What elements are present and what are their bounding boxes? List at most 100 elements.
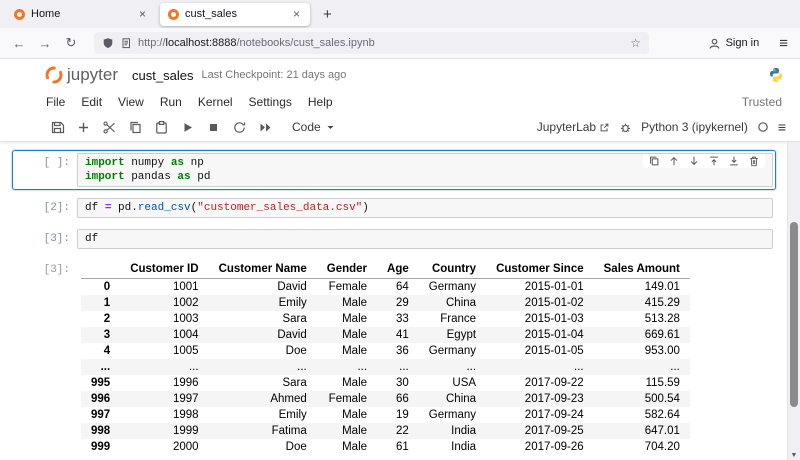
scroll-down-arrow-icon[interactable]: ▼ xyxy=(788,452,800,459)
code-cell-1[interactable]: [ ]: import numpy as np import pandas as … xyxy=(12,150,776,190)
table-cell: ... xyxy=(399,361,409,373)
restart-run-all-button[interactable] xyxy=(254,116,277,139)
table-row: 2 1003 Sara Male 33 France 2015-01-03 513.28 xyxy=(81,311,690,327)
row-index: 995 xyxy=(91,377,111,389)
kernel-status-icon xyxy=(757,121,769,133)
table-row: 4 1005 Doe Male 36 Germany 2015-01-05 953.00 xyxy=(81,343,690,359)
menu-kernel[interactable]: Kernel xyxy=(198,95,233,109)
code-cell-3[interactable]: [3]: df xyxy=(12,226,776,252)
table-cell: ... xyxy=(297,361,307,373)
forward-button[interactable]: → xyxy=(34,36,56,51)
reload-button[interactable]: ↻ xyxy=(60,35,82,51)
browser-tab-home[interactable]: Home × xyxy=(6,3,156,26)
table-cell: India xyxy=(451,425,477,437)
row-index: 997 xyxy=(91,409,111,421)
save-button[interactable] xyxy=(46,116,69,139)
table-cell: USA xyxy=(452,377,477,389)
menu-edit[interactable]: Edit xyxy=(81,95,102,109)
table-cell: Male xyxy=(342,441,368,453)
table-row: 995 1996 Sara Male 30 USA 2017-09-22 115.59 xyxy=(81,375,690,391)
menu-view[interactable]: View xyxy=(118,95,144,109)
table-cell: 66 xyxy=(395,393,409,405)
sign-in-label: Sign in xyxy=(725,37,760,49)
output-prompt: [3]: xyxy=(43,264,70,276)
browser-window: Home × cust_sales × + ← → ↻ http://local… xyxy=(0,0,800,460)
browser-navbar: ← → ↻ http://localhost:8888/notebooks/cu… xyxy=(0,28,800,59)
notebook-menubar: File Edit View Run Kernel Settings Help … xyxy=(0,91,800,113)
menu-file[interactable]: File xyxy=(46,95,65,109)
debugger-icon[interactable] xyxy=(619,121,632,134)
open-in-jupyterlab-link[interactable]: JupyterLab xyxy=(537,120,610,134)
insert-cell-above-icon[interactable] xyxy=(708,155,720,167)
code-editor-3[interactable]: df xyxy=(77,229,773,249)
table-cell: 2017-09-24 xyxy=(524,409,584,421)
tab-title: Home xyxy=(31,8,61,20)
browser-tab-cust-sales[interactable]: cust_sales × xyxy=(160,2,310,26)
close-tab-icon[interactable]: × xyxy=(291,7,302,21)
table-row: 0 1001 David Female 64 Germany 2015-01-01 149.0… xyxy=(81,279,690,296)
browser-menu-icon[interactable]: ≡ xyxy=(775,35,792,52)
sign-in-button[interactable]: Sign in xyxy=(702,35,766,52)
column-header: Gender xyxy=(316,260,378,279)
table-cell: 2015-01-02 xyxy=(524,297,584,309)
table-cell: 22 xyxy=(395,425,409,437)
insert-cell-below-icon[interactable] xyxy=(728,155,740,167)
table-row: ........................ xyxy=(81,359,690,375)
jupyter-logo-icon xyxy=(45,66,63,84)
table-cell: ... xyxy=(357,361,368,373)
table-cell: China xyxy=(446,393,477,405)
delete-cell-icon[interactable] xyxy=(748,155,760,167)
table-cell: 115.59 xyxy=(645,377,680,389)
table-cell: Germany xyxy=(428,281,477,293)
output-cell[interactable]: [3]: Customer ID Customer Name Gender Age Co… xyxy=(12,257,776,458)
menu-settings[interactable]: Settings xyxy=(249,95,292,109)
interrupt-kernel-button[interactable] xyxy=(202,116,225,139)
page-scrollbar[interactable]: ▼ xyxy=(787,142,800,460)
table-cell: 64 xyxy=(395,281,409,293)
back-button[interactable]: ← xyxy=(8,36,30,51)
table-cell: Male xyxy=(342,345,368,357)
new-tab-button[interactable]: + xyxy=(314,6,341,23)
menu-run[interactable]: Run xyxy=(160,95,182,109)
bookmark-star-icon[interactable]: ☆ xyxy=(630,36,641,50)
notebook-title[interactable]: cust_sales xyxy=(132,68,193,83)
jupyter-favicon-icon xyxy=(14,8,25,20)
table-cell: 1003 xyxy=(172,313,199,325)
table-cell: Male xyxy=(342,409,368,421)
scrollbar-thumb[interactable] xyxy=(790,222,798,407)
table-cell: 415.29 xyxy=(644,297,680,309)
row-index: 999 xyxy=(91,441,111,453)
table-cell: ... xyxy=(466,361,477,373)
dataframe-body: 0 1001 David Female 64 Germany 2015-01-01 149.0… xyxy=(81,279,690,456)
cut-cells-button[interactable] xyxy=(98,116,121,139)
url-bar[interactable]: http://localhost:8888/notebooks/cust_sal… xyxy=(94,32,649,54)
code-cell-2[interactable]: [2]: df = pd.read_csv("customer_sales_da… xyxy=(12,195,776,221)
table-cell: Sara xyxy=(282,313,307,325)
move-cell-down-icon[interactable] xyxy=(688,155,700,167)
notebook-tools-menu-icon[interactable]: ≡ xyxy=(778,119,786,135)
code-line: import pandas as pd xyxy=(85,171,211,183)
paste-cells-button[interactable] xyxy=(150,116,173,139)
trusted-status[interactable]: Trusted xyxy=(742,95,782,109)
input-prompt: [2]: xyxy=(43,202,70,214)
column-header xyxy=(81,260,121,279)
jupyter-logo[interactable]: jupyter xyxy=(44,65,118,85)
code-editor-2[interactable]: df = pd.read_csv("customer_sales_data.cs… xyxy=(77,198,773,218)
duplicate-cell-icon[interactable] xyxy=(648,155,660,167)
restart-kernel-button[interactable] xyxy=(228,116,251,139)
insert-cell-button[interactable] xyxy=(72,116,95,139)
jupyter-favicon-icon xyxy=(168,8,179,20)
cell-type-dropdown[interactable]: Code xyxy=(292,120,335,134)
table-cell: David xyxy=(277,329,307,341)
shield-icon[interactable] xyxy=(102,37,114,49)
dataframe-table: Customer ID Customer Name Gender Age Country… xyxy=(81,260,690,455)
menu-help[interactable]: Help xyxy=(308,95,333,109)
close-tab-icon[interactable]: × xyxy=(137,7,148,21)
run-cell-button[interactable] xyxy=(176,116,199,139)
copy-cells-button[interactable] xyxy=(124,116,147,139)
move-cell-up-icon[interactable] xyxy=(668,155,680,167)
kernel-name[interactable]: Python 3 (ipykernel) xyxy=(641,120,748,134)
table-cell: 647.01 xyxy=(644,425,680,437)
checkpoint-status: Last Checkpoint: 21 days ago xyxy=(201,69,347,81)
site-info-icon[interactable] xyxy=(120,37,132,49)
